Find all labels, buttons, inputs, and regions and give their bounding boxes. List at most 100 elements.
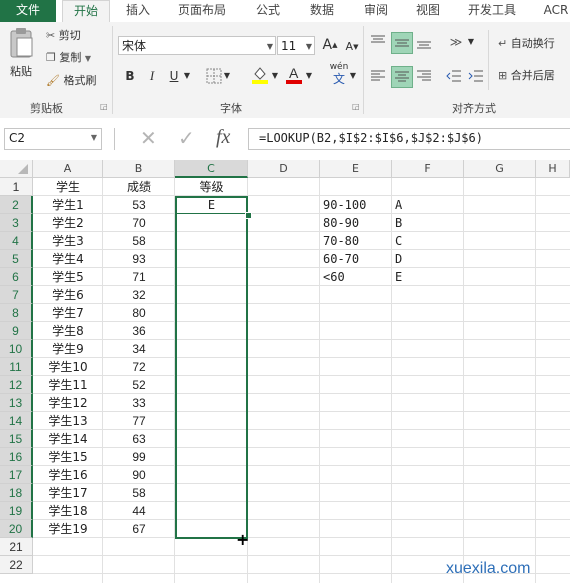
- tab-review[interactable]: 审阅: [356, 0, 396, 22]
- cell-student[interactable]: 学生16: [33, 466, 103, 484]
- insert-function-icon[interactable]: fx: [216, 126, 230, 149]
- cell-score[interactable]: 52: [103, 376, 175, 394]
- cell-student[interactable]: 学生7: [33, 304, 103, 322]
- chevron-down-icon[interactable]: ▼: [348, 66, 358, 86]
- borders-button[interactable]: [204, 66, 224, 86]
- column-header-b[interactable]: B: [103, 160, 175, 178]
- merge-center-button[interactable]: ⊞ 合并后居: [498, 68, 555, 84]
- chevron-down-icon[interactable]: ▼: [270, 66, 280, 86]
- row-header[interactable]: 1: [0, 178, 33, 196]
- row-header[interactable]: 20: [0, 520, 33, 538]
- cell-range[interactable]: <60: [323, 268, 391, 286]
- row-header[interactable]: 10: [0, 340, 33, 358]
- column-header-d[interactable]: D: [248, 160, 320, 178]
- cell-score[interactable]: 63: [103, 430, 175, 448]
- font-size-select[interactable]: 11 ▼: [277, 36, 315, 55]
- cell-student[interactable]: 学生11: [33, 376, 103, 394]
- format-painter-button[interactable]: 🖌 格式刷: [46, 73, 96, 89]
- cell-grade[interactable]: B: [395, 214, 463, 232]
- copy-button[interactable]: ❐ 复制 ▼: [46, 50, 91, 67]
- fill-handle[interactable]: [245, 212, 252, 219]
- selection-range[interactable]: [175, 196, 248, 539]
- row-header[interactable]: 22: [0, 556, 33, 574]
- row-header[interactable]: 19: [0, 502, 33, 520]
- cell-score[interactable]: 99: [103, 448, 175, 466]
- cell-a1[interactable]: 学生: [33, 178, 103, 196]
- underline-dropdown-icon[interactable]: ▼: [182, 66, 192, 86]
- row-header[interactable]: 12: [0, 376, 33, 394]
- cell-score[interactable]: 80: [103, 304, 175, 322]
- row-header[interactable]: 5: [0, 250, 33, 268]
- select-all-button[interactable]: [0, 160, 33, 178]
- cell-student[interactable]: 学生6: [33, 286, 103, 304]
- align-top-button[interactable]: [368, 32, 388, 52]
- cell-b1[interactable]: 成绩: [103, 178, 175, 196]
- cell-score[interactable]: 36: [103, 322, 175, 340]
- row-header[interactable]: 18: [0, 484, 33, 502]
- row-header[interactable]: 13: [0, 394, 33, 412]
- cancel-icon[interactable]: ✕: [140, 126, 157, 150]
- wrap-text-button[interactable]: ↵ 自动换行: [498, 36, 555, 52]
- tab-data[interactable]: 数据: [302, 0, 342, 22]
- cell-score[interactable]: 77: [103, 412, 175, 430]
- cell-score[interactable]: 67: [103, 520, 175, 538]
- paste-button[interactable]: 粘贴: [6, 26, 36, 84]
- formula-input[interactable]: =LOOKUP(B2,$I$2:$I$6,$J$2:$J$6): [248, 128, 570, 150]
- row-header[interactable]: 7: [0, 286, 33, 304]
- cell-score[interactable]: 34: [103, 340, 175, 358]
- align-bottom-button[interactable]: [414, 32, 434, 52]
- cell-student[interactable]: 学生8: [33, 322, 103, 340]
- clipboard-launcher-icon[interactable]: ◲: [100, 102, 108, 111]
- tab-home[interactable]: 开始: [62, 0, 110, 24]
- cell-student[interactable]: 学生14: [33, 430, 103, 448]
- cell-range[interactable]: 70-80: [323, 232, 391, 250]
- cell-student[interactable]: 学生17: [33, 484, 103, 502]
- row-header[interactable]: 9: [0, 322, 33, 340]
- cell-range[interactable]: 90-100: [323, 196, 391, 214]
- cell-score[interactable]: 90: [103, 466, 175, 484]
- cell-student[interactable]: 学生18: [33, 502, 103, 520]
- cell-range[interactable]: 60-70: [323, 250, 391, 268]
- chevron-down-icon[interactable]: ▼: [304, 66, 314, 86]
- row-header[interactable]: 11: [0, 358, 33, 376]
- cell-student[interactable]: 学生10: [33, 358, 103, 376]
- cell-range[interactable]: 80-90: [323, 214, 391, 232]
- cell-grade[interactable]: C: [395, 232, 463, 250]
- column-header-f[interactable]: F: [392, 160, 464, 178]
- cell-score[interactable]: 93: [103, 250, 175, 268]
- cell-score[interactable]: 44: [103, 502, 175, 520]
- name-box[interactable]: C2 ▼: [4, 128, 102, 150]
- cell-student[interactable]: 学生15: [33, 448, 103, 466]
- underline-button[interactable]: U: [164, 66, 184, 86]
- cell-score[interactable]: 33: [103, 394, 175, 412]
- tab-view[interactable]: 视图: [408, 0, 448, 22]
- row-header[interactable]: 4: [0, 232, 33, 250]
- row-header[interactable]: 6: [0, 268, 33, 286]
- align-middle-button[interactable]: [391, 32, 413, 54]
- tab-file[interactable]: 文件: [0, 0, 56, 22]
- shrink-font-button[interactable]: A▼: [342, 37, 362, 57]
- tab-developer[interactable]: 开发工具: [460, 0, 524, 22]
- row-header[interactable]: 14: [0, 412, 33, 430]
- row-header[interactable]: 21: [0, 538, 33, 556]
- cell-grade[interactable]: A: [395, 196, 463, 214]
- cell-student[interactable]: 学生3: [33, 232, 103, 250]
- font-name-select[interactable]: 宋体 ▼: [118, 36, 276, 55]
- column-header-h[interactable]: H: [536, 160, 570, 178]
- cell-score[interactable]: 32: [103, 286, 175, 304]
- cell-student[interactable]: 学生5: [33, 268, 103, 286]
- cell-score[interactable]: 58: [103, 232, 175, 250]
- align-left-button[interactable]: [368, 66, 388, 86]
- chevron-down-icon[interactable]: ▼: [466, 32, 476, 52]
- row-header[interactable]: 2: [0, 196, 33, 214]
- cell-grade[interactable]: D: [395, 250, 463, 268]
- column-header-a[interactable]: A: [33, 160, 103, 178]
- cell-grade[interactable]: E: [395, 268, 463, 286]
- column-header-e[interactable]: E: [320, 160, 392, 178]
- cell-student[interactable]: 学生13: [33, 412, 103, 430]
- font-color-button[interactable]: A: [284, 64, 304, 84]
- cell-student[interactable]: 学生9: [33, 340, 103, 358]
- worksheet-grid[interactable]: A B C D E F G H 1 2 3 4 5 6 7 8 9 10 11 12 13 14 15 16 1…: [0, 160, 570, 583]
- row-header[interactable]: 17: [0, 466, 33, 484]
- tab-formulas[interactable]: 公式: [248, 0, 288, 22]
